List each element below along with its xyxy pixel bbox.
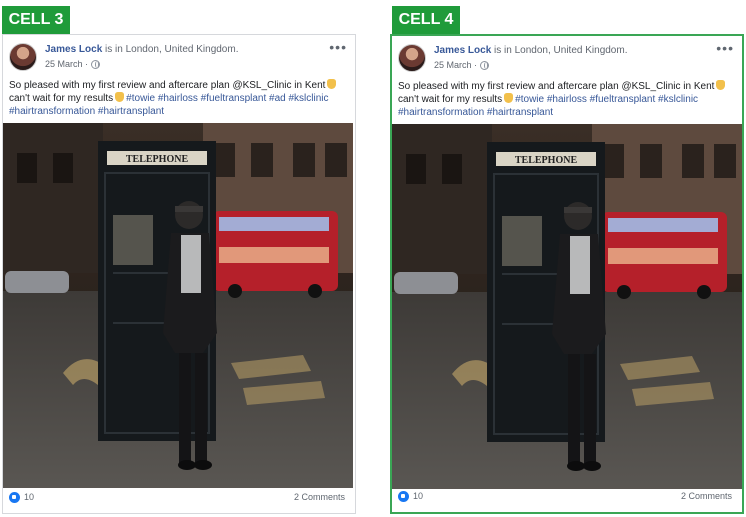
post-meta: 25 March ·	[45, 59, 101, 69]
post-meta: 25 March ·	[434, 60, 490, 70]
post-text-line2: can't wait for my results	[398, 94, 503, 105]
telephone-sign: TELEPHONE	[126, 154, 189, 165]
location-prefix: is in	[494, 45, 512, 56]
post-date[interactable]: 25 March ·	[434, 60, 477, 70]
post-date[interactable]: 25 March ·	[45, 59, 88, 69]
author-name[interactable]: James Lock	[434, 45, 491, 56]
like-icon	[398, 491, 409, 502]
london-phone-box-photo: TELEPHONE	[3, 123, 353, 488]
like-icon	[9, 492, 20, 503]
globe-icon	[480, 60, 490, 70]
post-footer: 10 2 Comments	[9, 491, 345, 505]
location-link[interactable]: London, United Kingdom.	[515, 45, 628, 56]
post-footer: 10 2 Comments	[398, 490, 732, 504]
post-text: So pleased with my first review and afte…	[398, 80, 732, 119]
london-phone-box-photo: TELEPHONE	[392, 124, 742, 489]
telephone-sign: TELEPHONE	[515, 155, 578, 166]
post-text-line2: can't wait for my results	[9, 93, 114, 104]
cell-3-label: CELL 3	[2, 6, 70, 34]
post-text: So pleased with my first review and afte…	[9, 79, 345, 118]
facebook-post-cell-3: James Lock is in London, United Kingdom.…	[2, 34, 356, 514]
more-icon[interactable]: •••	[329, 39, 347, 55]
ok-hand-emoji-icon	[716, 80, 726, 90]
post-text-main: So pleased with my first review and afte…	[9, 80, 326, 91]
ok-hand-emoji-icon	[327, 79, 337, 89]
globe-icon	[91, 59, 101, 69]
post-author-line: James Lock is in London, United Kingdom.	[434, 45, 627, 56]
location-link[interactable]: London, United Kingdom.	[126, 44, 239, 55]
clapping-emoji-icon	[504, 93, 514, 103]
post-author-line: James Lock is in London, United Kingdom.	[45, 44, 238, 55]
facebook-post-cell-4: James Lock is in London, United Kingdom.…	[390, 34, 744, 514]
comments-count[interactable]: 2 Comments	[294, 492, 345, 502]
like-count[interactable]: 10	[24, 492, 34, 502]
comments-count[interactable]: 2 Comments	[681, 491, 732, 501]
location-prefix: is in	[105, 44, 123, 55]
more-icon[interactable]: •••	[716, 40, 734, 56]
avatar[interactable]	[9, 43, 37, 71]
clapping-emoji-icon	[115, 92, 125, 102]
author-name[interactable]: James Lock	[45, 44, 102, 55]
cell-4-label: CELL 4	[392, 6, 460, 34]
post-photo[interactable]: TELEPHONE	[392, 124, 742, 489]
post-header: James Lock is in London, United Kingdom.…	[398, 40, 736, 74]
like-count[interactable]: 10	[413, 491, 423, 501]
post-text-main: So pleased with my first review and afte…	[398, 81, 715, 92]
post-header: James Lock is in London, United Kingdom.…	[9, 39, 349, 73]
post-photo[interactable]: TELEPHONE	[3, 123, 353, 488]
avatar[interactable]	[398, 44, 426, 72]
